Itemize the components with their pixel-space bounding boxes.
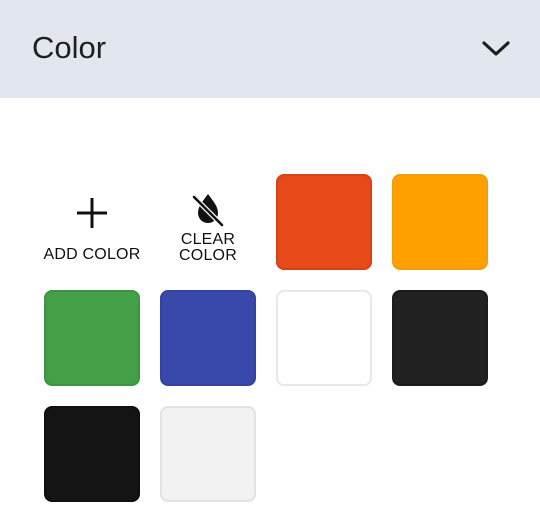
color-swatch-green[interactable]	[44, 290, 140, 386]
panel-header[interactable]: Color	[0, 0, 540, 98]
color-swatch-orange-red[interactable]	[276, 174, 372, 270]
clear-color-label: CLEAR COLOR	[160, 232, 256, 264]
color-swatch-black[interactable]	[44, 406, 140, 502]
color-swatch-white[interactable]	[276, 290, 372, 386]
add-color-button[interactable]: ADD COLOR	[44, 174, 140, 270]
add-color-label: ADD COLOR	[43, 246, 141, 263]
plus-icon	[72, 193, 112, 233]
color-swatch-grid: ADD COLOR CLEAR COLOR	[44, 174, 488, 502]
clear-color-label-line1: CLEAR	[180, 231, 236, 248]
color-swatch-light-gray[interactable]	[160, 406, 256, 502]
panel-title: Color	[32, 30, 107, 65]
clear-color-button[interactable]: CLEAR COLOR	[160, 174, 256, 270]
color-panel: Color ADD COLOR CLEAR COLOR	[0, 0, 540, 532]
color-swatch-blue[interactable]	[160, 290, 256, 386]
no-fill-drop-icon	[188, 190, 228, 228]
collapse-toggle-button[interactable]	[476, 28, 516, 68]
color-swatch-dark-gray[interactable]	[392, 290, 488, 386]
clear-color-label-line2: COLOR	[179, 247, 237, 264]
chevron-down-icon	[482, 41, 510, 56]
color-swatch-orange[interactable]	[392, 174, 488, 270]
